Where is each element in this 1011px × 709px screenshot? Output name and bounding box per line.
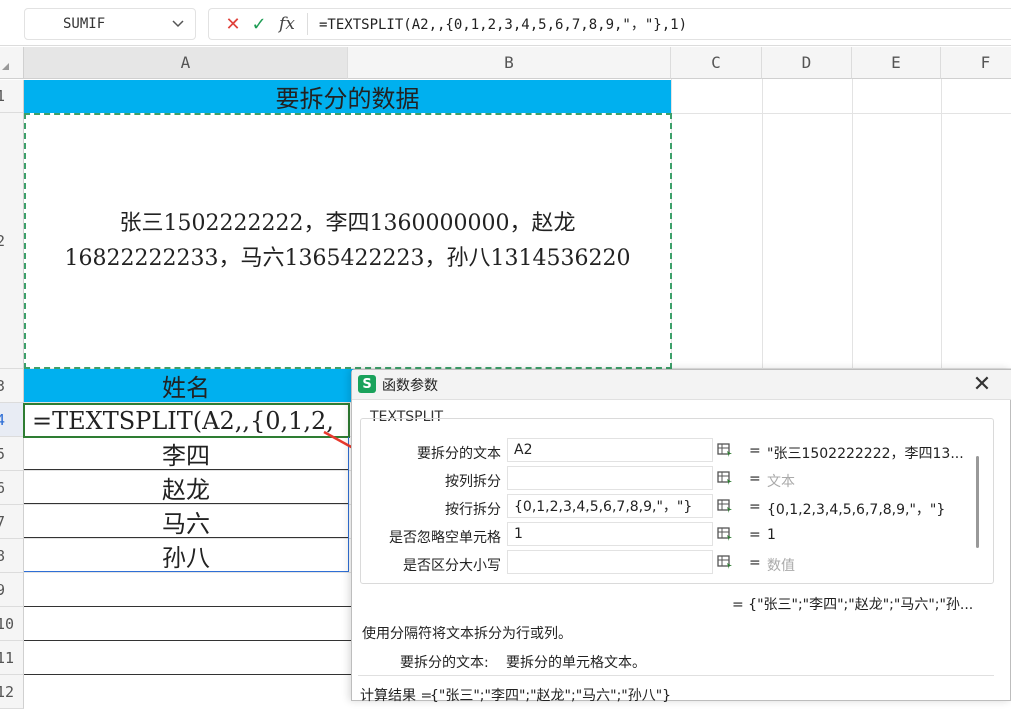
- row-header-8[interactable]: 8: [0, 539, 24, 573]
- divider: [307, 13, 308, 35]
- column-header-c[interactable]: C: [671, 47, 762, 79]
- range-select-icon[interactable]: [715, 468, 735, 488]
- column-header-f[interactable]: F: [941, 47, 1011, 79]
- param-result-row-delimiter: {0,1,2,3,4,5,6,7,8,9,"，"}: [767, 502, 946, 518]
- cell-a3-header[interactable]: 姓名: [24, 369, 348, 402]
- row-header-12[interactable]: 12: [0, 675, 24, 709]
- range-select-icon[interactable]: [715, 496, 735, 516]
- row-header-11[interactable]: 11: [0, 641, 24, 675]
- row-header-4[interactable]: 4: [0, 403, 24, 437]
- cell-a8[interactable]: 孙八: [24, 539, 348, 572]
- param-input-row-delimiter[interactable]: {0,1,2,3,4,5,6,7,8,9,"，"}: [507, 494, 713, 518]
- param-label-match-mode: 是否区分大小写: [403, 558, 501, 574]
- param-equals: =: [749, 471, 761, 487]
- cell-a4-active[interactable]: =TEXTSPLIT(A2,,{0,1,2,: [23, 403, 350, 438]
- param-equals: =: [749, 527, 761, 543]
- param-result-match-mode: 数值: [767, 558, 795, 574]
- select-all-corner[interactable]: [0, 47, 24, 79]
- row-header-2[interactable]: 2: [0, 113, 24, 369]
- name-box[interactable]: SUMIF: [24, 8, 196, 40]
- function-description: 使用分隔符将文本拆分为行或列。: [362, 626, 572, 642]
- param-description-label: 要拆分的文本:: [400, 655, 489, 671]
- column-header-b[interactable]: B: [348, 47, 671, 79]
- param-equals: =: [749, 499, 761, 515]
- cell-a7[interactable]: 马六: [24, 505, 348, 538]
- param-label-ignore-empty: 是否忽略空单元格: [389, 530, 501, 546]
- param-label-col-delimiter: 按列拆分: [445, 474, 501, 490]
- param-equals: =: [749, 443, 761, 459]
- param-label-row-delimiter: 按行拆分: [445, 502, 501, 518]
- row-header-1[interactable]: 1: [0, 80, 24, 113]
- column-header-a[interactable]: A: [24, 47, 348, 79]
- parameter-scrollbar[interactable]: [976, 456, 979, 548]
- gridline: [24, 674, 351, 675]
- divider: [358, 675, 994, 676]
- formula-result-preview: = {"张三";"李四";"赵龙";"马六";"孙...: [732, 597, 974, 613]
- row-header-10[interactable]: 10: [0, 607, 24, 641]
- formula-toolbar: SUMIF ✕ ✓ fx =TEXTSPLIT(A2,,{0,1,2,3,4,5…: [0, 0, 1011, 46]
- row-header-3[interactable]: 3: [0, 369, 24, 403]
- param-input-col-delimiter[interactable]: [507, 466, 713, 490]
- column-header-e[interactable]: E: [852, 47, 941, 79]
- param-description: 要拆分的单元格文本。: [506, 655, 646, 671]
- cell-a6[interactable]: 赵龙: [24, 471, 348, 504]
- confirm-icon[interactable]: ✓: [249, 13, 269, 35]
- calc-result-value: {"张三";"李四";"赵龙";"马六";"孙八"}: [430, 688, 672, 704]
- row-header-9[interactable]: 9: [0, 573, 24, 607]
- range-select-icon[interactable]: [715, 440, 735, 460]
- cell-a5[interactable]: 李四: [24, 437, 348, 470]
- range-select-icon[interactable]: [715, 552, 735, 572]
- calc-result-label: 计算结果 =: [360, 688, 433, 704]
- column-header-d[interactable]: D: [762, 47, 852, 79]
- param-result-ignore-empty: 1: [767, 527, 776, 543]
- param-equals: =: [749, 555, 761, 571]
- param-result-text: "张三1502222222，李四13...: [767, 446, 964, 462]
- dialog-title: 函数参数: [382, 378, 438, 394]
- name-box-value: SUMIF: [63, 16, 106, 32]
- param-result-col-delimiter: 文本: [767, 474, 795, 490]
- function-arguments-dialog: S 函数参数 ✕ TEXTSPLIT 要拆分的文本 A2 = "张三150222…: [351, 369, 1011, 704]
- select-all-icon: [2, 63, 9, 70]
- formula-input[interactable]: =TEXTSPLIT(A2,,{0,1,2,3,4,5,6,7,8,9,"，"}…: [319, 9, 687, 39]
- close-icon[interactable]: ✕: [970, 372, 994, 397]
- row-header-5[interactable]: 5: [0, 437, 24, 471]
- dialog-title-bar[interactable]: S 函数参数 ✕: [352, 370, 1011, 400]
- app-logo-icon: S: [358, 375, 376, 393]
- row-header-6[interactable]: 6: [0, 471, 24, 505]
- param-input-match-mode[interactable]: [507, 550, 713, 574]
- cell-a1-header[interactable]: 要拆分的数据: [24, 80, 671, 113]
- gridline: [24, 606, 351, 607]
- formula-bar: ✕ ✓ fx =TEXTSPLIT(A2,,{0,1,2,3,4,5,6,7,8…: [208, 8, 1011, 40]
- insert-function-icon[interactable]: fx: [275, 13, 299, 35]
- row-header-7[interactable]: 7: [0, 505, 24, 539]
- gridline: [24, 640, 351, 641]
- range-select-icon[interactable]: [715, 524, 735, 544]
- chevron-down-icon[interactable]: [171, 15, 185, 33]
- param-input-ignore-empty[interactable]: 1: [507, 522, 713, 546]
- param-input-text[interactable]: A2: [507, 438, 713, 462]
- param-label-text: 要拆分的文本: [417, 446, 501, 462]
- cancel-icon[interactable]: ✕: [223, 13, 243, 35]
- parameter-group: 要拆分的文本 A2 = "张三1502222222，李四13... 按列拆分 =…: [360, 418, 994, 584]
- copy-marquee: [24, 113, 672, 369]
